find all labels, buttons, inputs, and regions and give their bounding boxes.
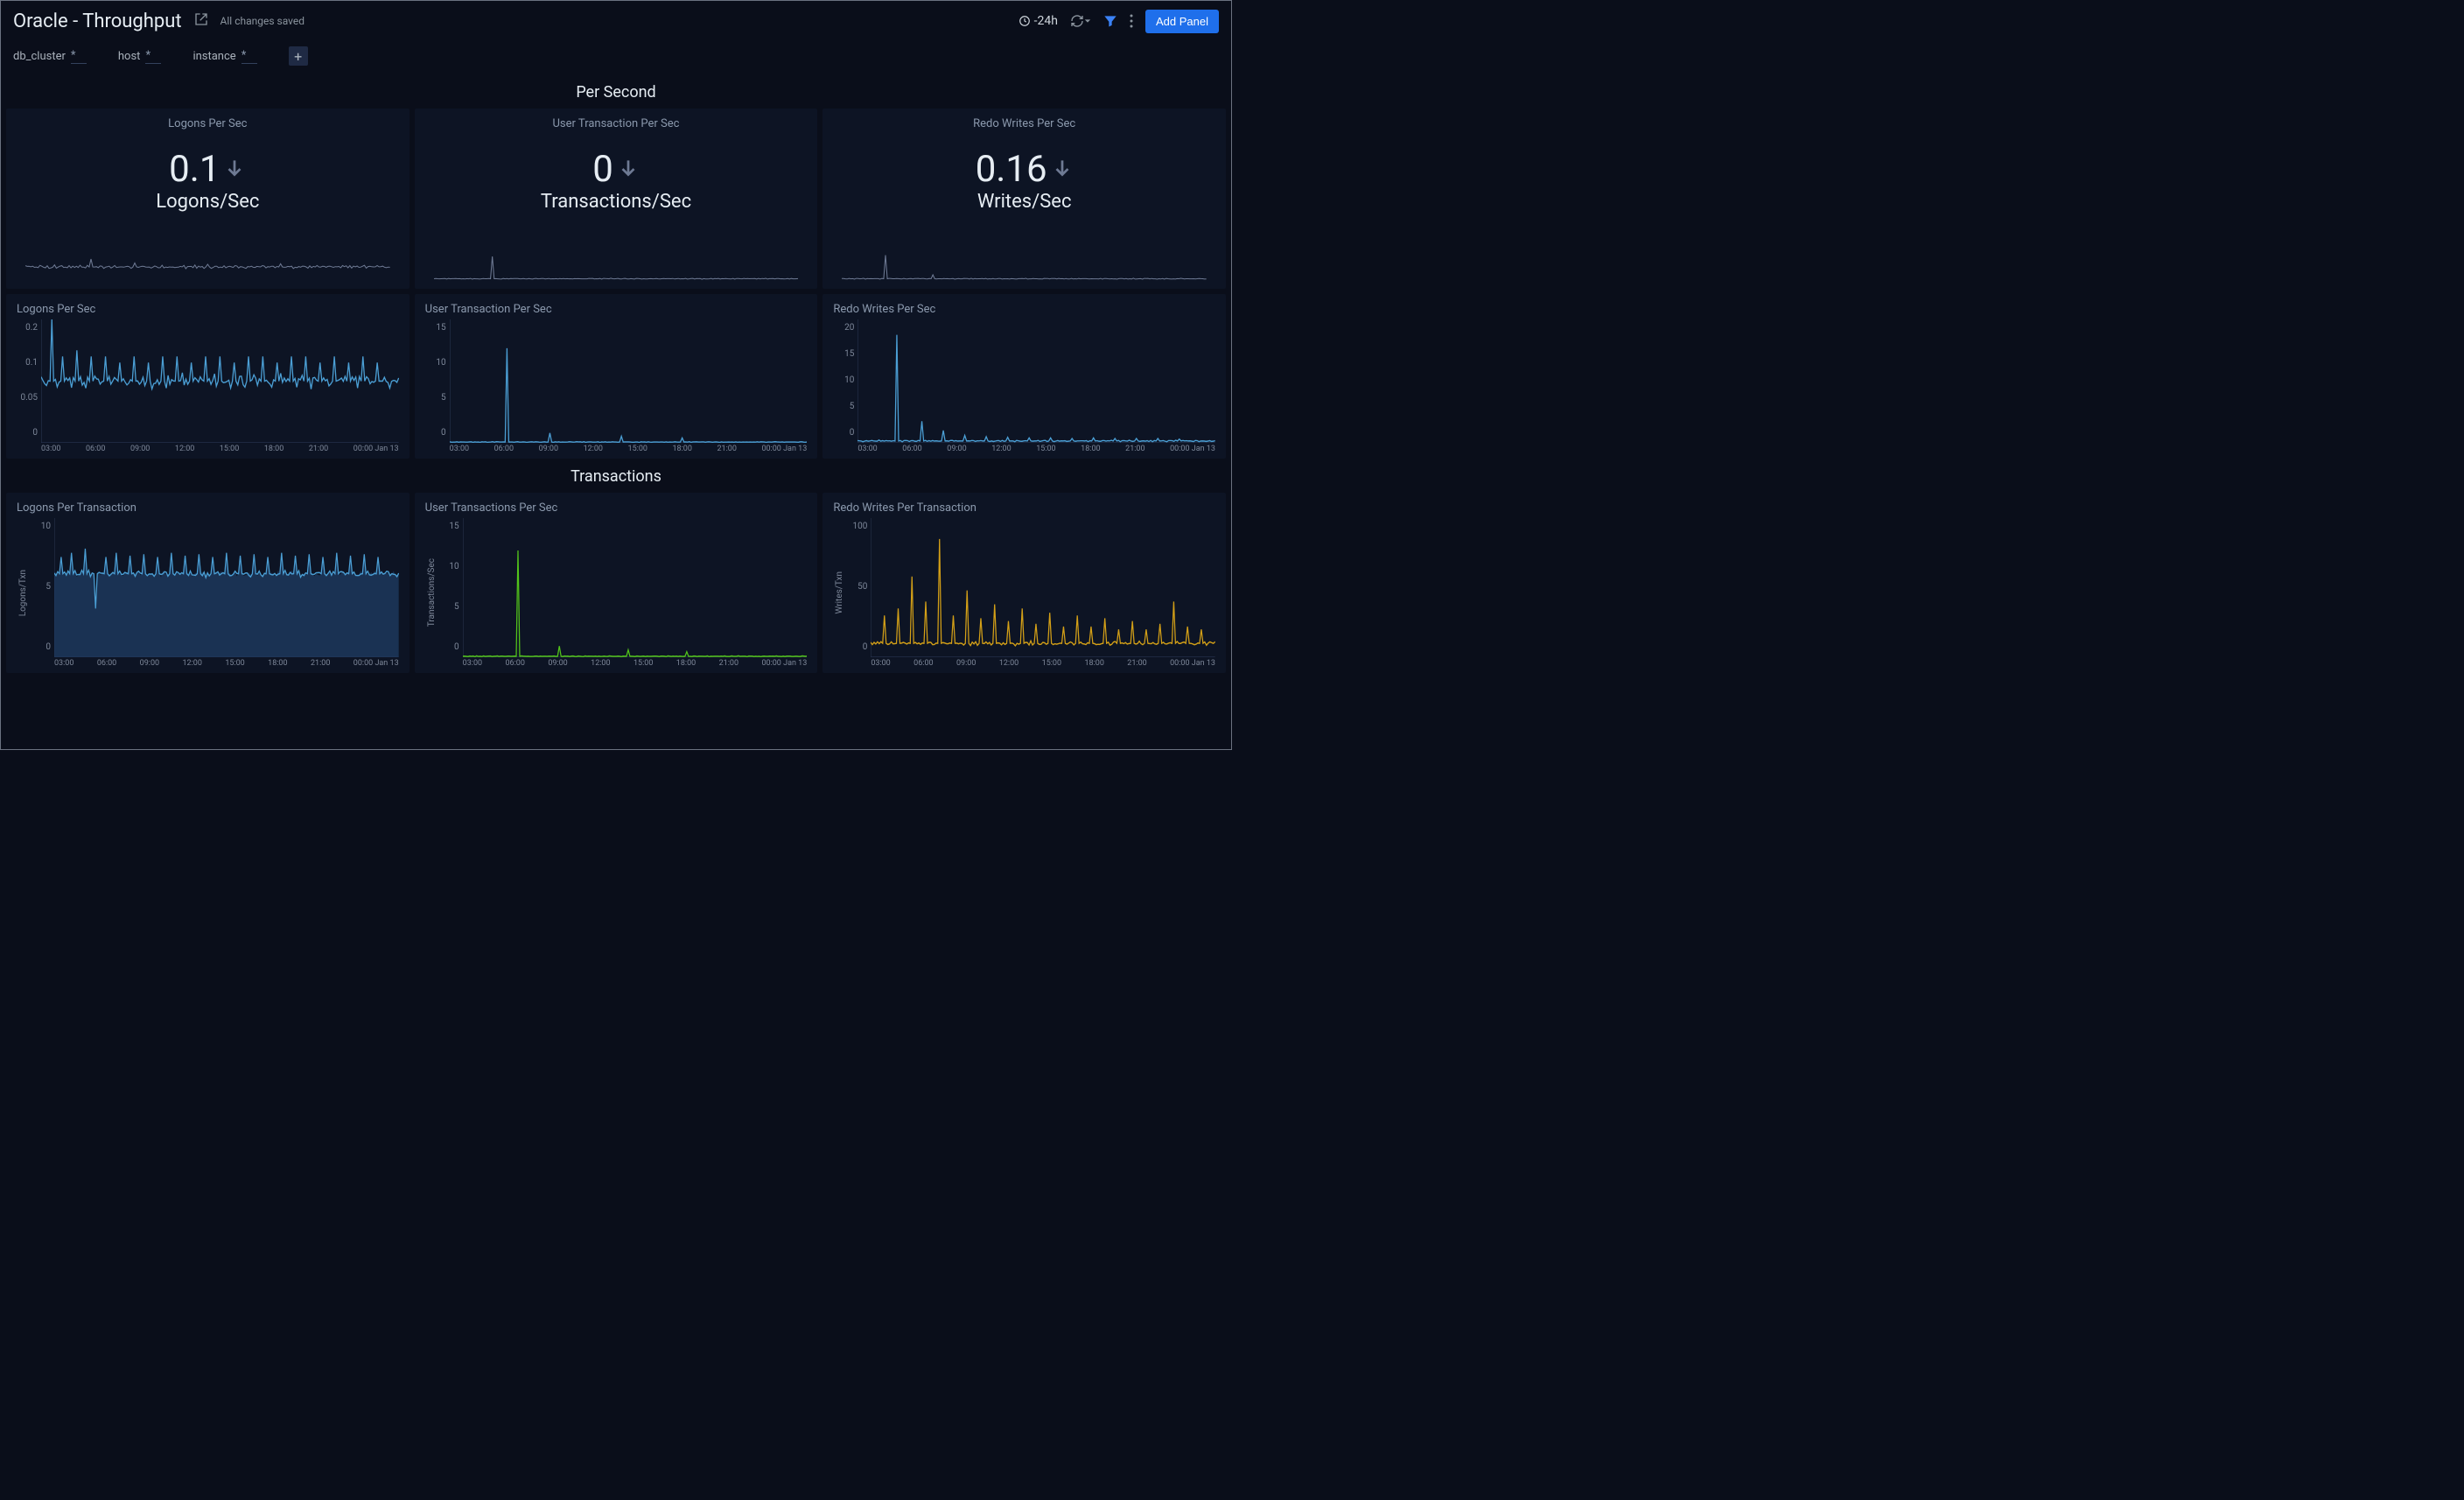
x-axis: 03:0006:0009:0012:0015:0018:0021:0000:00… bbox=[54, 657, 399, 668]
y-axis-label: Logons/Txn bbox=[17, 570, 30, 616]
filter-icon[interactable] bbox=[1103, 14, 1117, 28]
chart-svg bbox=[450, 319, 808, 443]
stat-row: Logons Per Sec 0.1 Logons/Sec User Trans… bbox=[1, 109, 1231, 289]
section-title-per-second: Per Second bbox=[1, 74, 1231, 109]
filter-host[interactable]: host * bbox=[118, 49, 162, 64]
stat-label: Writes/Sec bbox=[977, 191, 1072, 213]
filter-value: * bbox=[71, 49, 87, 64]
filter-db-cluster[interactable]: db_cluster * bbox=[13, 49, 87, 64]
chevron-down-icon bbox=[1084, 18, 1091, 25]
y-axis: 20151050 bbox=[833, 319, 858, 453]
x-axis: 03:0006:0009:0012:0015:0018:0021:0000:00… bbox=[858, 443, 1215, 453]
time-range-selector[interactable]: -24h bbox=[1018, 14, 1058, 28]
chart-svg bbox=[463, 518, 808, 657]
chart-panel[interactable]: User Transactions Per Sec Transactions/S… bbox=[415, 493, 818, 673]
y-axis: 0.20.10.050 bbox=[17, 319, 41, 453]
trend-down-icon bbox=[1051, 157, 1074, 183]
add-panel-button[interactable]: Add Panel bbox=[1145, 10, 1219, 33]
x-axis: 03:0006:0009:0012:0015:0018:0021:0000:00… bbox=[450, 443, 808, 453]
add-filter-button[interactable]: + bbox=[289, 46, 308, 66]
x-axis: 03:0006:0009:0012:0015:0018:0021:0000:00… bbox=[463, 657, 808, 668]
stat-value: 0.1 bbox=[169, 148, 220, 191]
chart-row-per-second: Logons Per Sec 0.20.10.050 03:0006:0009:… bbox=[1, 294, 1231, 459]
panel-title: Redo Writes Per Sec bbox=[973, 117, 1075, 130]
sparkline bbox=[434, 254, 799, 280]
topbar: Oracle - Throughput All changes saved -2… bbox=[1, 1, 1231, 41]
stat-label: Logons/Sec bbox=[156, 191, 259, 213]
section-title-transactions: Transactions bbox=[1, 459, 1231, 493]
stat-value: 0.16 bbox=[976, 148, 1047, 191]
stat-label: Transactions/Sec bbox=[541, 191, 691, 213]
panel-title: User Transaction Per Sec bbox=[553, 117, 680, 130]
chart-svg bbox=[54, 518, 399, 657]
time-range-value: -24h bbox=[1034, 14, 1058, 28]
panel-title: Redo Writes Per Sec bbox=[833, 303, 1215, 316]
chart-svg bbox=[858, 319, 1215, 443]
chart-panel[interactable]: Redo Writes Per Transaction Writes/Txn 1… bbox=[822, 493, 1226, 673]
stat-panel[interactable]: Redo Writes Per Sec 0.16 Writes/Sec bbox=[822, 109, 1226, 289]
filter-value: * bbox=[145, 49, 161, 64]
x-axis: 03:0006:0009:0012:0015:0018:0021:0000:00… bbox=[871, 657, 1215, 668]
more-menu-icon[interactable] bbox=[1130, 14, 1133, 28]
filter-label: host bbox=[118, 50, 141, 63]
chart-panel[interactable]: Logons Per Transaction Logons/Txn 1050 0… bbox=[6, 493, 410, 673]
y-axis: 151050 bbox=[425, 319, 450, 453]
stat-panel[interactable]: Logons Per Sec 0.1 Logons/Sec bbox=[6, 109, 410, 289]
sparkline bbox=[25, 254, 390, 280]
panel-title: Logons Per Transaction bbox=[17, 501, 399, 515]
share-icon[interactable] bbox=[194, 12, 208, 30]
chart-panel[interactable]: Redo Writes Per Sec 20151050 03:0006:000… bbox=[822, 294, 1226, 459]
refresh-icon[interactable] bbox=[1070, 14, 1091, 28]
chart-panel[interactable]: User Transaction Per Sec 151050 03:0006:… bbox=[415, 294, 818, 459]
filter-bar: db_cluster * host * instance * + bbox=[1, 41, 1231, 74]
filter-instance[interactable]: instance * bbox=[192, 49, 256, 64]
save-status: All changes saved bbox=[220, 15, 304, 27]
y-axis-label: Transactions/Sec bbox=[425, 558, 438, 627]
page-title: Oracle - Throughput bbox=[13, 11, 182, 32]
filter-value: * bbox=[242, 49, 257, 64]
panel-title: Redo Writes Per Transaction bbox=[833, 501, 1215, 515]
chart-svg bbox=[41, 319, 399, 443]
trend-down-icon bbox=[223, 157, 246, 183]
stat-value: 0 bbox=[592, 148, 613, 191]
y-axis: 1050 bbox=[30, 518, 54, 668]
panel-title: User Transactions Per Sec bbox=[425, 501, 808, 515]
panel-title: Logons Per Sec bbox=[17, 303, 399, 316]
y-axis-label: Writes/Txn bbox=[833, 571, 846, 614]
chart-row-transactions: Logons Per Transaction Logons/Txn 1050 0… bbox=[1, 493, 1231, 673]
trend-down-icon bbox=[617, 157, 640, 183]
chart-svg bbox=[871, 518, 1215, 657]
stat-panel[interactable]: User Transaction Per Sec 0 Transactions/… bbox=[415, 109, 818, 289]
x-axis: 03:0006:0009:0012:0015:0018:0021:0000:00… bbox=[41, 443, 399, 453]
y-axis: 151050 bbox=[438, 518, 463, 668]
y-axis: 100500 bbox=[846, 518, 871, 668]
filter-label: db_cluster bbox=[13, 50, 66, 63]
sparkline bbox=[842, 254, 1207, 280]
filter-label: instance bbox=[192, 50, 235, 63]
panel-title: Logons Per Sec bbox=[168, 117, 247, 130]
clock-icon bbox=[1018, 15, 1031, 27]
chart-panel[interactable]: Logons Per Sec 0.20.10.050 03:0006:0009:… bbox=[6, 294, 410, 459]
panel-title: User Transaction Per Sec bbox=[425, 303, 808, 316]
